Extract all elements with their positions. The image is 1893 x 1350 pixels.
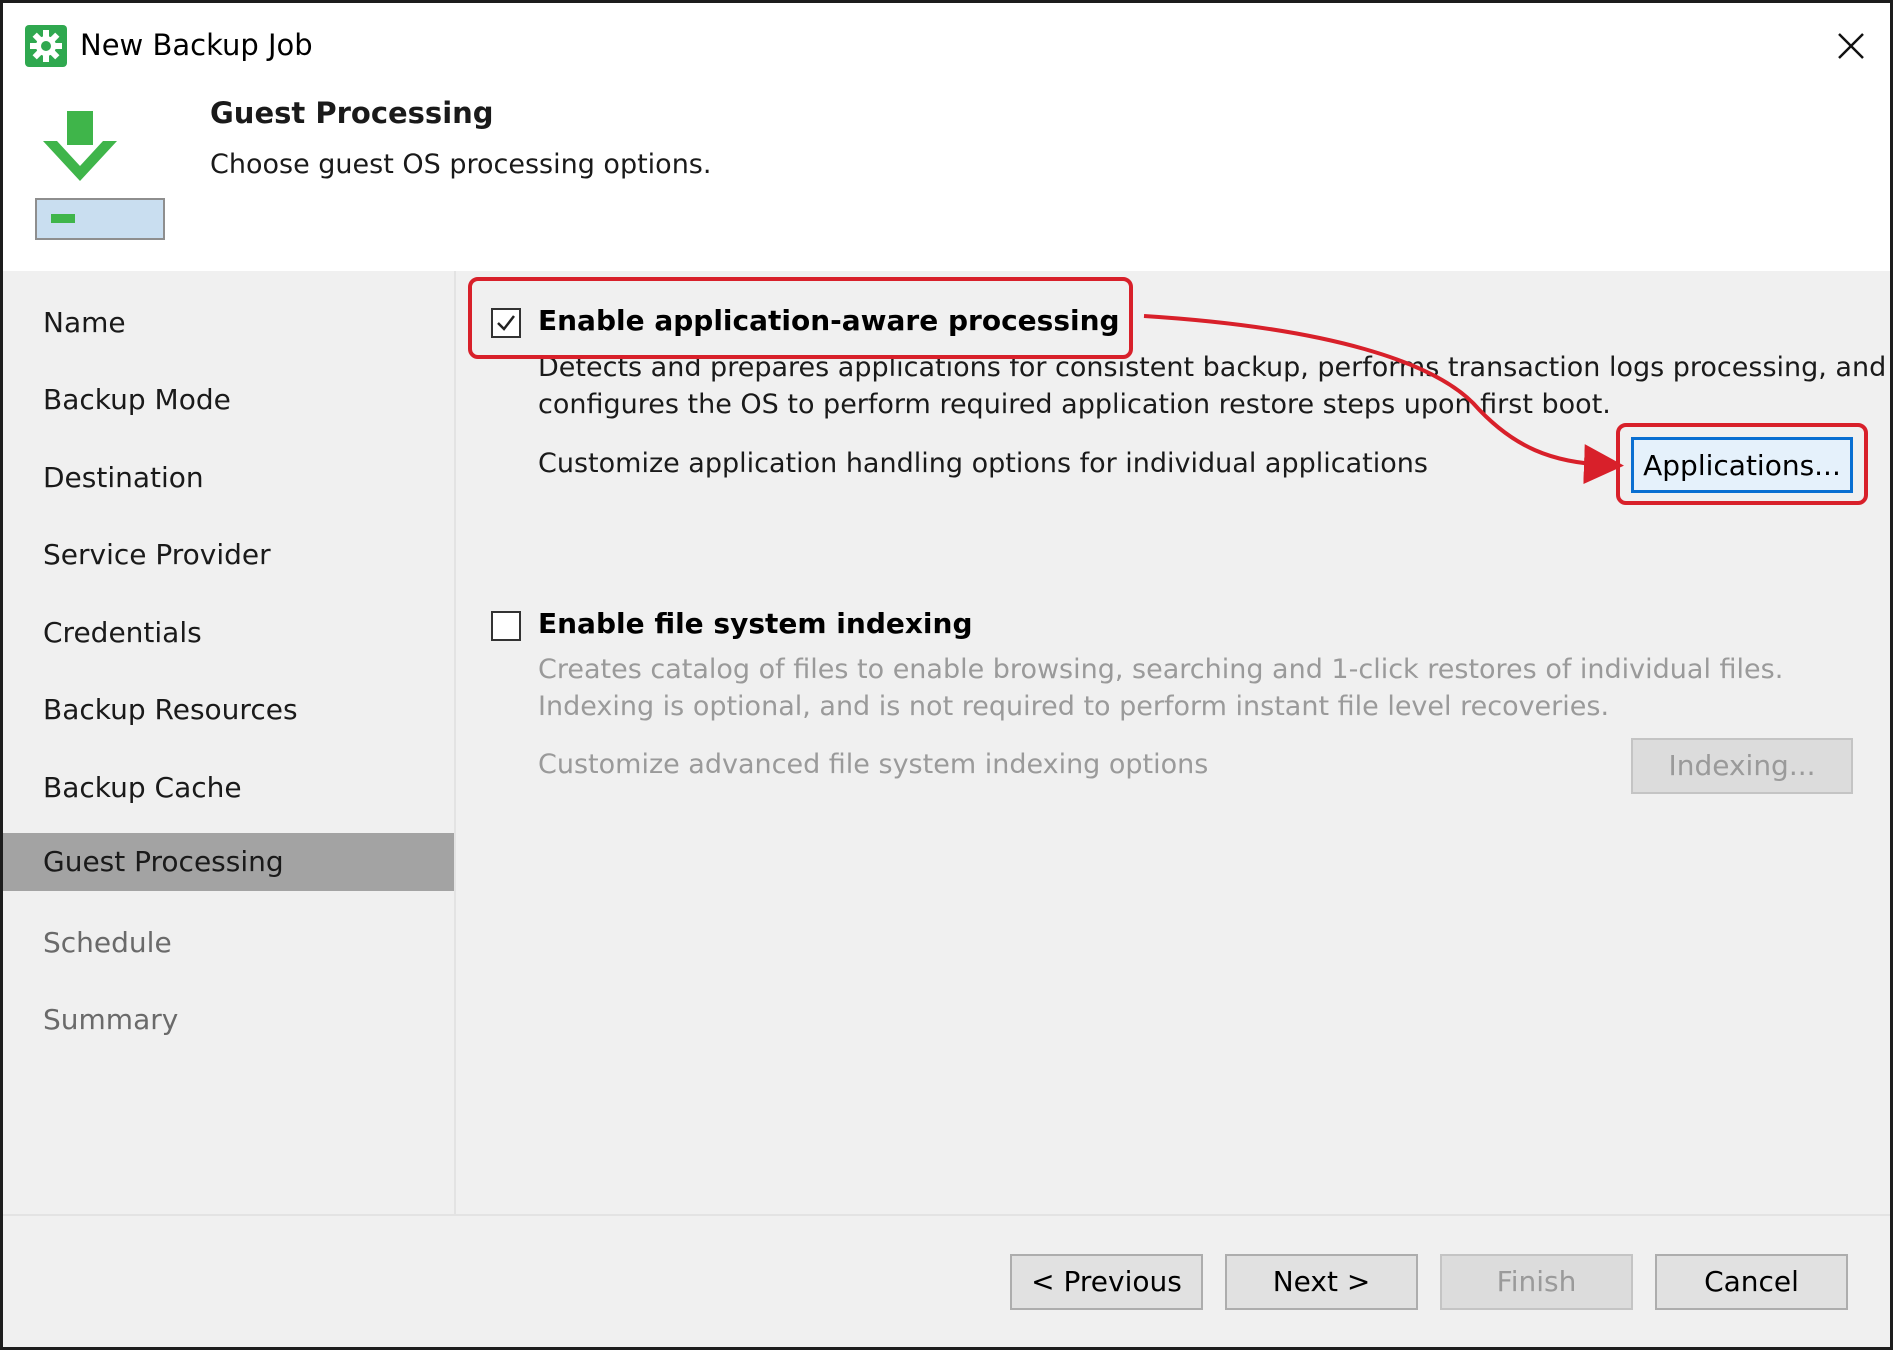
sidebar-item-credentials[interactable]: Credentials [3,604,454,662]
previous-button[interactable]: < Previous [1010,1254,1203,1310]
window-title: New Backup Job [80,28,313,62]
app-aware-description-line2: configures the OS to perform required ap… [538,389,1611,420]
indexing-description-line2: Indexing is optional, and is not require… [538,691,1610,722]
page-subtitle: Choose guest OS processing options. [210,149,712,180]
sidebar-item-backup-cache[interactable]: Backup Cache [3,759,454,817]
indexing-button: Indexing... [1631,738,1853,794]
app-aware-customize-text: Customize application handling options f… [538,448,1428,479]
applications-button[interactable]: Applications... [1631,437,1853,493]
gear-icon [25,25,67,67]
sidebar-item-backup-mode[interactable]: Backup Mode [3,371,454,429]
sidebar-item-summary: Summary [43,1003,179,1036]
title-bar: New Backup Job [3,3,1890,87]
sidebar-item-name[interactable]: Name [3,294,454,352]
wizard-steps-sidebar: Name Backup Mode Destination Service Pro… [3,271,456,1214]
sidebar-item-destination[interactable]: Destination [3,449,454,507]
indexing-label[interactable]: Enable file system indexing [538,604,973,644]
wizard-header: Guest Processing Choose guest OS process… [3,87,1890,271]
indexing-checkbox[interactable] [491,611,521,641]
sidebar-item-service-provider[interactable]: Service Provider [3,526,454,584]
app-aware-label[interactable]: Enable application-aware processing [538,301,1120,341]
indexing-customize-text: Customize advanced file system indexing … [538,749,1209,780]
finish-button: Finish [1440,1254,1633,1310]
guest-processing-panel: Enable application-aware processing Dete… [456,271,1890,1214]
cancel-button[interactable]: Cancel [1655,1254,1848,1310]
page-title: Guest Processing [210,96,494,130]
checkmark-icon [497,315,515,331]
close-icon [1838,33,1864,59]
wizard-footer: < Previous Next > Finish Cancel [3,1214,1890,1347]
app-aware-description-line1: Detects and prepares applications for co… [538,352,1887,383]
next-button[interactable]: Next > [1225,1254,1418,1310]
sidebar-item-schedule: Schedule [43,926,172,959]
new-backup-job-window: New Backup Job Guest Processing Choose g… [0,0,1893,1350]
close-button[interactable] [1826,21,1876,71]
indexing-description-line1: Creates catalog of files to enable brows… [538,654,1784,685]
sidebar-item-backup-resources[interactable]: Backup Resources [3,681,454,739]
backup-download-icon [33,111,167,245]
app-aware-checkbox[interactable] [491,308,521,338]
sidebar-item-guest-processing[interactable]: Guest Processing [3,833,454,891]
